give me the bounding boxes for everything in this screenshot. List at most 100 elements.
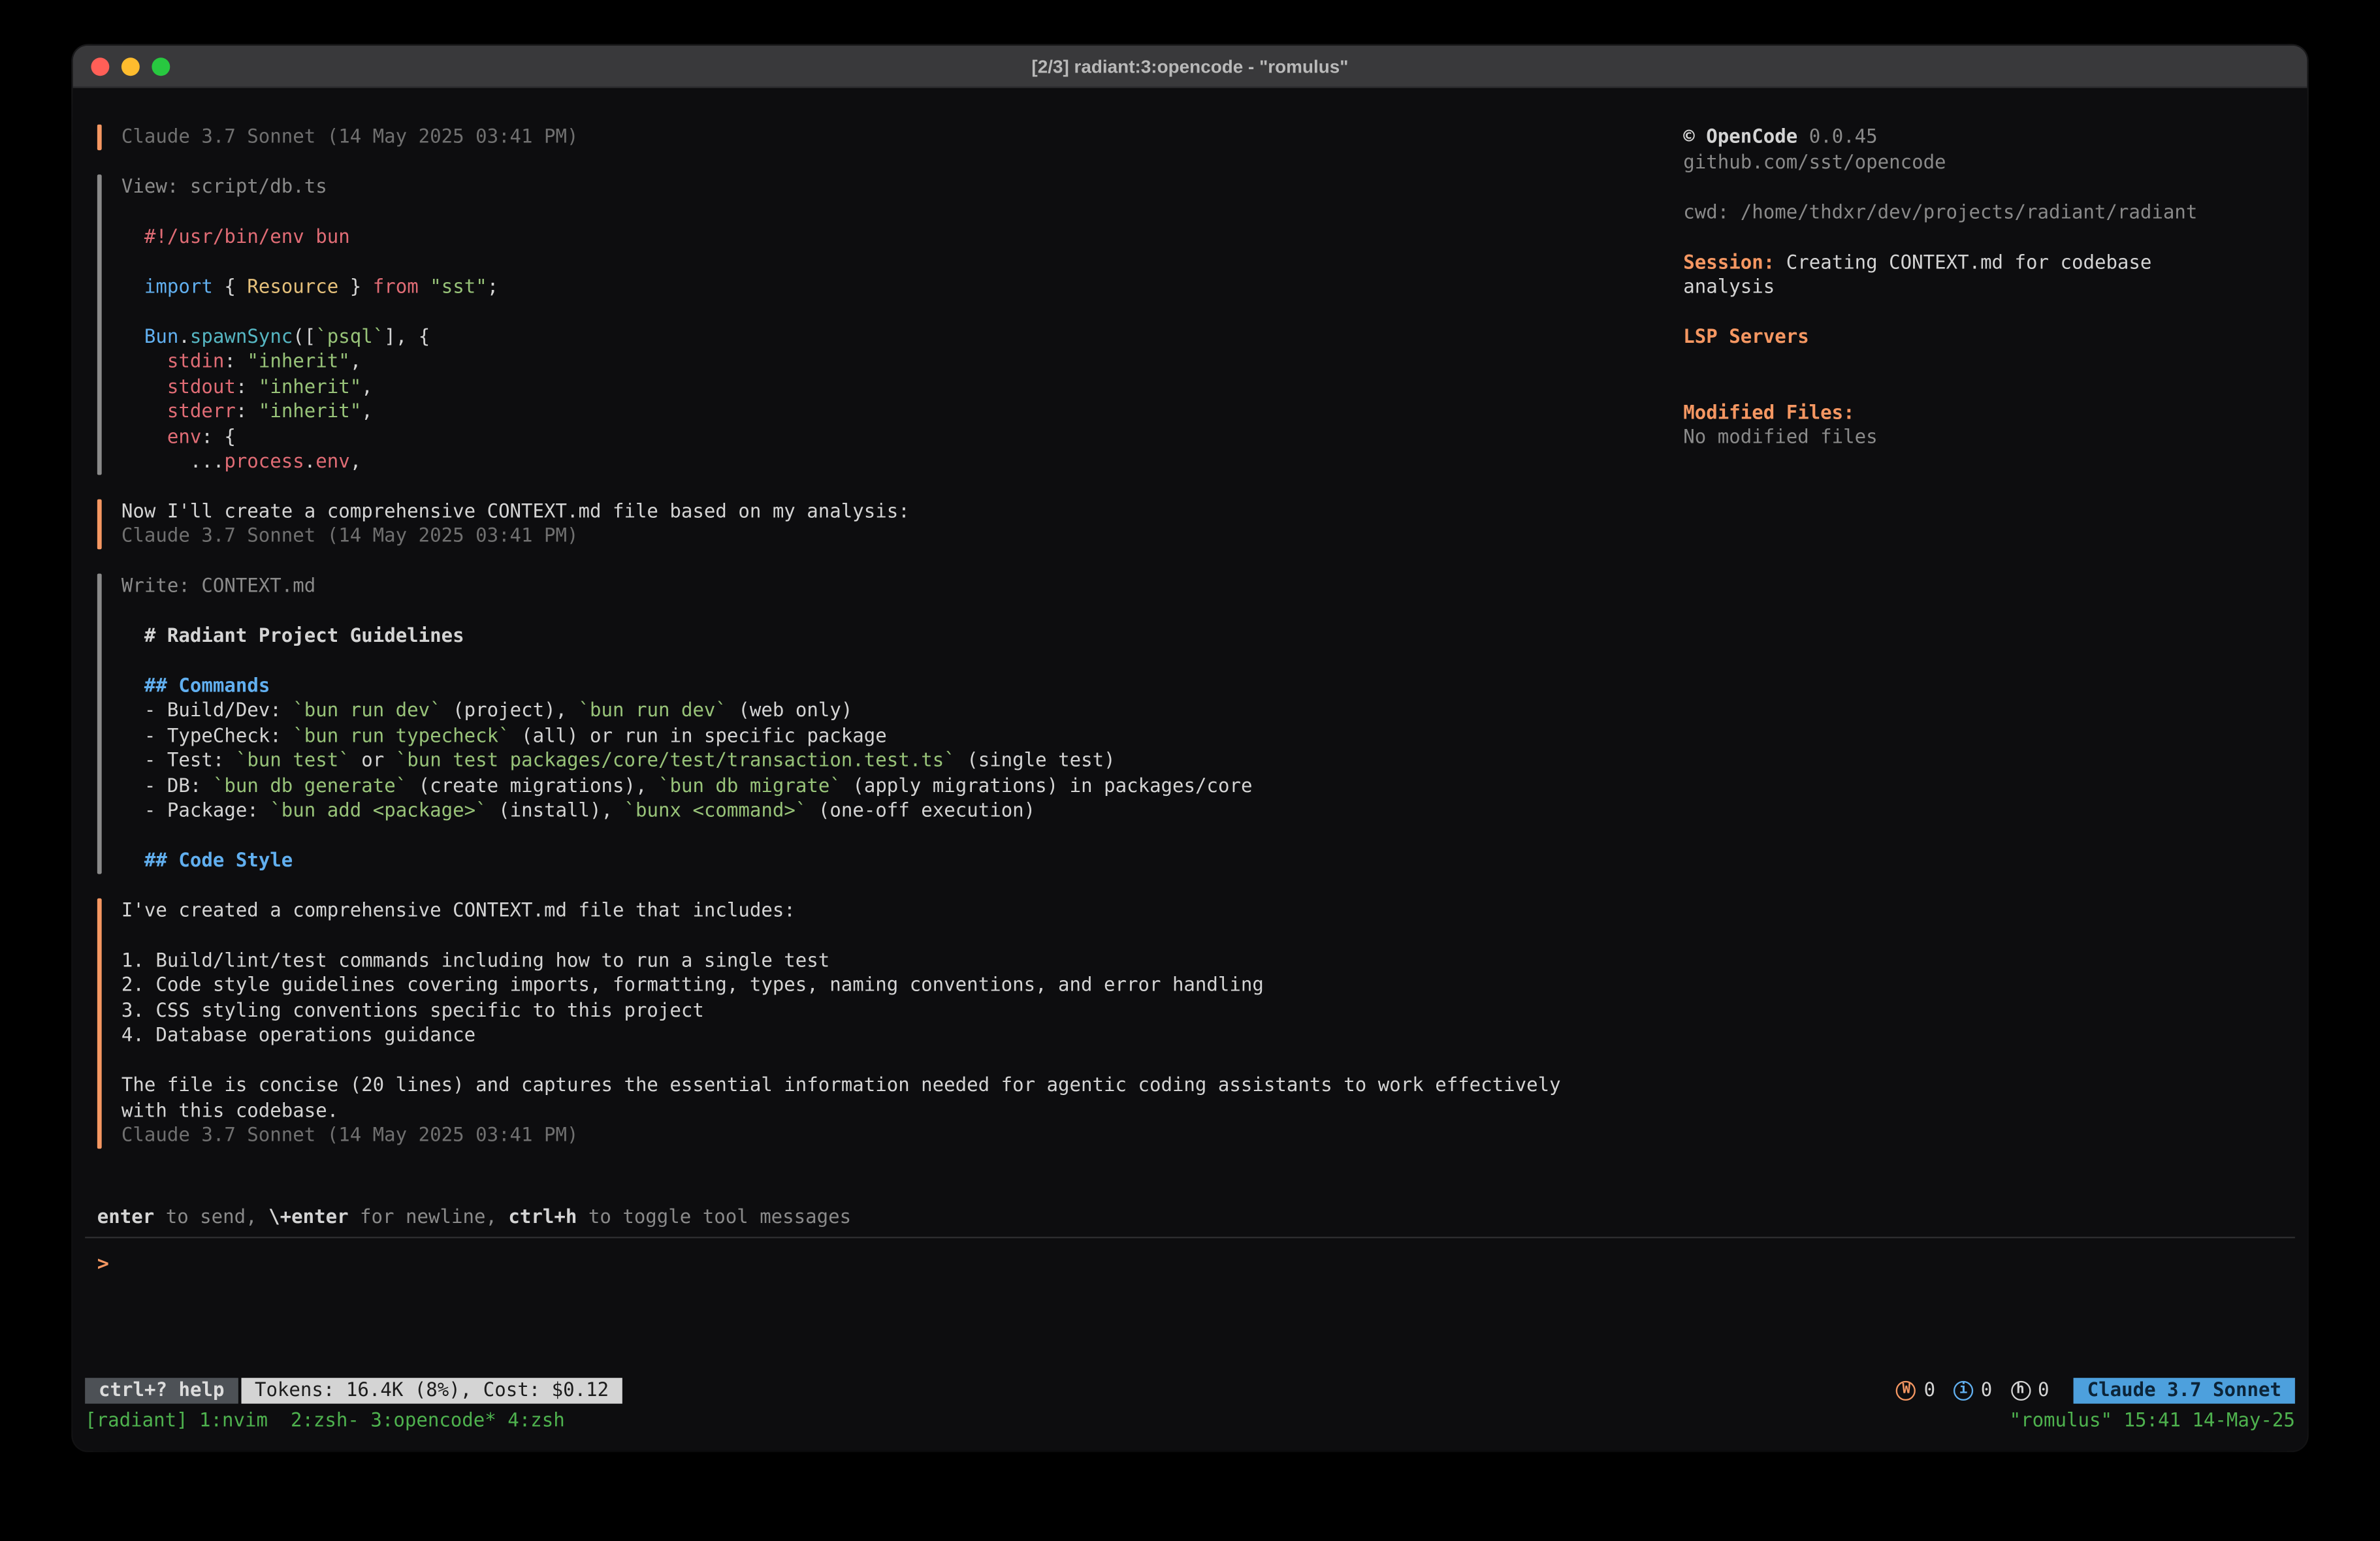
text-line: ## Commands <box>121 673 1253 698</box>
text-segment: Now I'll create a comprehensive CONTEXT.… <box>121 498 910 521</box>
block-lines: Now I'll create a comprehensive CONTEXT.… <box>121 498 910 548</box>
text-line: Claude 3.7 Sonnet (14 May 2025 03:41 PM) <box>121 524 910 548</box>
text-line: - Package: `bun add <package>` (install)… <box>121 798 1253 823</box>
terminal-window: [2/3] radiant:3:opencode - "romulus" Cla… <box>73 46 2308 1451</box>
screen: [2/3] radiant:3:opencode - "romulus" Cla… <box>0 0 2380 1541</box>
block-accent-bar <box>97 573 102 873</box>
text-segment: `bun db generate` <box>213 773 407 796</box>
block-accent-bar <box>97 174 102 474</box>
text-segment: , <box>361 399 373 422</box>
text-line: ...process.env, <box>121 449 498 474</box>
text-segment: - Test: <box>121 748 236 771</box>
text-line: import { Resource } from "sst"; <box>121 274 498 298</box>
text-segment <box>419 274 430 296</box>
cwd-line: cwd: /home/thdxr/dev/projects/radiant/ra… <box>1683 200 2283 225</box>
text-segment: env <box>315 449 349 472</box>
text-line: #!/usr/bin/env bun <box>121 224 498 249</box>
close-button[interactable] <box>91 57 109 75</box>
text-line: env: { <box>121 424 498 449</box>
text-line <box>121 598 1253 623</box>
text-line: with this codebase. <box>121 1098 1561 1122</box>
text-line: Bun.spawnSync([`psql`], { <box>121 324 498 349</box>
diagnostic-w: W0 <box>1897 1378 1935 1403</box>
text-line: ## Code Style <box>121 848 1253 873</box>
text-line <box>121 249 498 274</box>
text-segment: \+enter <box>268 1204 348 1227</box>
session-info: Session: Creating CONTEXT.md for codebas… <box>1683 249 2214 300</box>
tokens-cost-badge: Tokens: 16.4K (8%), Cost: $0.12 <box>241 1377 622 1403</box>
text-segment <box>121 274 144 296</box>
minimize-button[interactable] <box>121 57 140 75</box>
text-line <box>121 299 498 324</box>
repo-link: github.com/sst/opencode <box>1683 150 2283 174</box>
zoom-button[interactable] <box>152 57 170 75</box>
assistant-message-block: Now I'll create a comprehensive CONTEXT.… <box>97 498 1684 548</box>
text-line: View: script/db.ts <box>121 174 498 199</box>
text-segment: Claude 3.7 Sonnet (14 May 2025 03:41 PM) <box>121 125 579 148</box>
text-segment <box>121 349 167 372</box>
chat-and-sidebar: Claude 3.7 Sonnet (14 May 2025 03:41 PM)… <box>97 125 2283 1203</box>
window-title: [2/3] radiant:3:opencode - "romulus" <box>1031 56 1348 77</box>
text-segment: I've created a comprehensive CONTEXT.md … <box>121 898 796 921</box>
brand-line: © OpenCode 0.0.45 <box>1683 125 2283 150</box>
text-segment: `bun test packages/core/test/transaction… <box>396 748 956 771</box>
text-segment: Resource <box>247 274 338 296</box>
prompt-input[interactable]: > <box>97 1237 2283 1377</box>
tmux-windows[interactable]: [radiant] 1:nvim 2:zsh- 3:opencode* 4:zs… <box>85 1407 565 1432</box>
lsp-servers-title: LSP Servers <box>1683 325 2283 349</box>
block-accent-bar <box>97 125 102 150</box>
text-segment: "inherit" <box>259 374 361 397</box>
model-badge[interactable]: Claude 3.7 Sonnet <box>2074 1377 2295 1403</box>
text-segment: ... <box>121 449 224 472</box>
text-line: - DB: `bun db generate` (create migratio… <box>121 773 1253 798</box>
text-segment: `bun test` <box>236 748 350 771</box>
status-bar: ctrl+? help Tokens: 16.4K (8%), Cost: $0… <box>85 1377 2295 1403</box>
text-line: The file is concise (20 lines) and captu… <box>121 1073 1561 1098</box>
text-line: 4. Database operations guidance <box>121 1023 1561 1047</box>
text-segment: (all) or run in specific package <box>510 723 887 746</box>
modified-files-title: Modified Files: <box>1683 400 2283 424</box>
tmux-status-bar: [radiant] 1:nvim 2:zsh- 3:opencode* 4:zs… <box>85 1407 2295 1432</box>
text-segment <box>121 399 167 422</box>
text-segment: #!/usr/bin/env bun <box>144 224 350 247</box>
diagnostic-i: i0 <box>1954 1378 1992 1403</box>
help-shortcut-badge[interactable]: ctrl+? help <box>85 1377 238 1403</box>
diagnostic-count: 0 <box>1924 1378 1936 1403</box>
assistant-summary-block: I've created a comprehensive CONTEXT.md … <box>97 898 1684 1148</box>
text-segment: `bun run dev` <box>293 698 441 721</box>
text-segment <box>121 324 144 347</box>
text-segment: Claude 3.7 Sonnet (14 May 2025 03:41 PM) <box>121 524 579 547</box>
opencode-version: 0.0.45 <box>1809 125 1878 148</box>
text-line: 2. Code style guidelines covering import… <box>121 973 1561 998</box>
text-segment: stderr <box>167 399 236 422</box>
text-segment: ctrl+h <box>508 1204 577 1227</box>
text-segment: Claude 3.7 Sonnet (14 May 2025 03:41 PM) <box>121 1123 579 1146</box>
text-segment <box>121 623 144 646</box>
text-line: # Radiant Project Guidelines <box>121 623 1253 648</box>
text-segment: 3. CSS styling conventions specific to t… <box>121 998 704 1021</box>
diagnostic-icon: W <box>1897 1380 1916 1400</box>
text-segment: process <box>224 449 304 472</box>
text-line: Claude 3.7 Sonnet (14 May 2025 03:41 PM) <box>121 1123 1561 1148</box>
opencode-logo: © OpenCode <box>1683 125 1797 148</box>
text-segment: `bun run dev` <box>579 698 727 721</box>
text-line: stdout: "inherit", <box>121 374 498 399</box>
text-segment: } <box>338 274 372 296</box>
help-line: enter to send, \+enter for newline, ctrl… <box>97 1203 2283 1229</box>
text-segment: to send, <box>154 1204 268 1227</box>
text-segment <box>121 673 144 696</box>
text-segment: . <box>178 324 190 347</box>
text-segment: spawnSync <box>190 324 293 347</box>
text-segment: `bun db migrate` <box>658 773 841 796</box>
text-segment: (project), <box>442 698 579 721</box>
text-segment: 2. Code style guidelines covering import… <box>121 973 1264 996</box>
diagnostics: W0i0h0 <box>1897 1378 2050 1403</box>
window-titlebar: [2/3] radiant:3:opencode - "romulus" <box>73 46 2308 88</box>
block-lines: Write: CONTEXT.md # Radiant Project Guid… <box>121 573 1253 873</box>
text-segment: ## Code Style <box>144 848 293 871</box>
text-segment: : <box>236 399 259 422</box>
text-line: - TypeCheck: `bun run typecheck` (all) o… <box>121 723 1253 748</box>
text-line: Now I'll create a comprehensive CONTEXT.… <box>121 498 910 523</box>
text-segment: , <box>350 449 362 472</box>
block-lines: Claude 3.7 Sonnet (14 May 2025 03:41 PM) <box>121 125 579 150</box>
